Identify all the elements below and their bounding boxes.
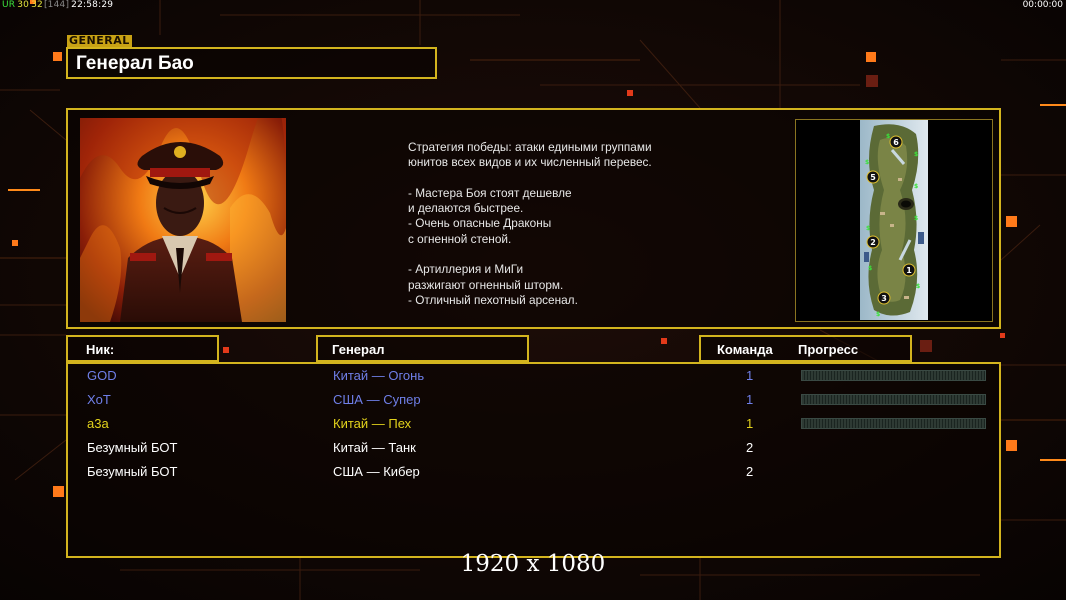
progress-bar (801, 394, 986, 405)
progress-bar (801, 418, 986, 429)
team-header-label: Команда (717, 342, 773, 357)
general-info-panel: Стратегия победы: атаки едиными группами… (66, 108, 1001, 329)
player-team: 2 (746, 464, 754, 479)
progress-header-label: Прогресс (798, 342, 859, 357)
fps-value-2: 32 (31, 0, 43, 10)
player-team: 1 (746, 368, 754, 383)
strategy-description: Стратегия победы: атаки едиными группами… (408, 140, 652, 307)
nick-header-label: Ник: (86, 342, 115, 357)
column-header-team-progress: Команда Прогресс (699, 335, 912, 362)
player-nick: GOD (87, 368, 117, 383)
general-portrait (80, 118, 286, 322)
svg-text:$: $ (866, 225, 870, 232)
resolution-label: 1920 x 1080 (460, 551, 606, 577)
fps-value: 30 (17, 0, 30, 10)
player-team: 1 (746, 416, 754, 431)
player-nick: Безумный БОТ (87, 464, 178, 479)
player-row[interactable]: a3a Китай — Пех 1 (68, 414, 999, 438)
svg-text:$: $ (886, 133, 890, 140)
player-row[interactable]: Безумный БОТ США — Кибер 2 (68, 462, 999, 486)
player-nick: a3a (87, 416, 109, 431)
player-general: США — Супер (333, 392, 421, 407)
player-nick: XoT (87, 392, 111, 407)
svg-text:$: $ (876, 311, 880, 318)
player-team: 1 (746, 392, 754, 407)
ping-value: [144] (43, 0, 70, 10)
general-title-box: Генерал Бао (66, 47, 437, 79)
player-row[interactable]: GOD Китай — Огонь 1 (68, 366, 999, 390)
spawn-6-label: 6 (893, 138, 899, 147)
player-general: Китай — Танк (333, 440, 416, 455)
player-general: Китай — Огонь (333, 368, 425, 383)
svg-text:$: $ (914, 215, 918, 222)
map-image: 6 5 2 1 3 $ $ $ $ $ $ $ $ $ (860, 120, 928, 320)
column-header-nick: Ник: (66, 335, 219, 362)
svg-text:$: $ (914, 183, 918, 190)
player-list: GOD Китай — Огонь 1 XoT США — Супер 1 a3a Китай… (66, 362, 1001, 558)
player-general: США — Кибер (333, 464, 420, 479)
spawn-2-label: 2 (870, 238, 876, 247)
column-header-general: Генерал (316, 335, 529, 362)
svg-text:$: $ (865, 159, 869, 166)
player-team: 2 (746, 440, 754, 455)
player-row[interactable]: Безумный БОТ Китай — Танк 2 (68, 438, 999, 462)
game-timer: 00:00:00 (1022, 0, 1063, 10)
spawn-1-label: 1 (906, 266, 912, 275)
general-tag: GENERAL (67, 34, 132, 47)
map-preview: 6 5 2 1 3 $ $ $ $ $ $ $ $ $ (795, 119, 993, 322)
svg-text:$: $ (914, 151, 918, 158)
clock: 22:58:29 (71, 0, 114, 10)
spawn-3-label: 3 (881, 294, 887, 303)
player-nick: Безумный БОТ (87, 440, 178, 455)
svg-text:$: $ (916, 283, 920, 290)
ur-label: UR (2, 0, 16, 10)
general-name: Генерал Бао (76, 53, 194, 74)
progress-bar (801, 370, 986, 381)
fps-readout: UR 30 32[144] 22:58:29 (2, 0, 113, 10)
general-header-label: Генерал (332, 342, 385, 357)
player-general: Китай — Пех (333, 416, 412, 431)
player-row[interactable]: XoT США — Супер 1 (68, 390, 999, 414)
svg-text:$: $ (868, 265, 872, 272)
spawn-5-label: 5 (870, 173, 876, 182)
